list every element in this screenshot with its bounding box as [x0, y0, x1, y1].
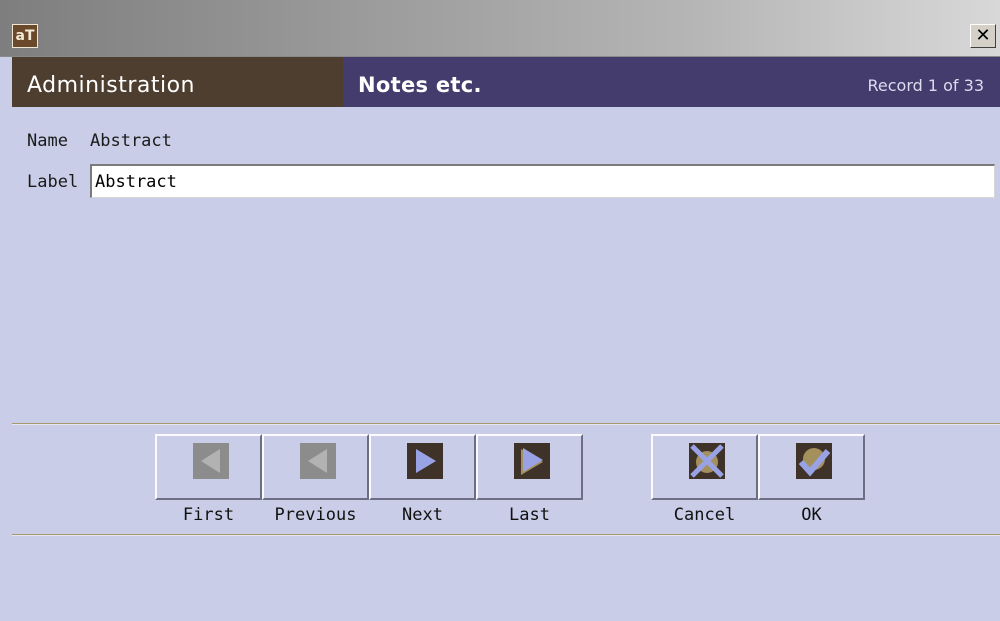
- first-label: First: [182, 505, 235, 525]
- administration-section: Administration: [12, 57, 343, 107]
- last-button[interactable]: [476, 434, 583, 500]
- app-logo-icon: aT: [12, 24, 38, 48]
- ok-check-icon: [796, 443, 832, 479]
- name-value: Abstract: [90, 131, 172, 151]
- record-status: Record 1 of 33: [867, 76, 985, 95]
- previous-label: Previous: [274, 505, 357, 525]
- divider-bottom: [12, 534, 1000, 536]
- ok-button[interactable]: [758, 434, 865, 500]
- last-record-icon: [514, 443, 550, 479]
- previous-record-icon: [300, 443, 336, 479]
- ok-label: OK: [801, 505, 822, 525]
- label-label: Label: [27, 172, 79, 192]
- next-button[interactable]: [369, 434, 476, 500]
- header-bar: Administration Notes etc. Record 1 of 33: [12, 57, 1000, 107]
- divider-top: [12, 423, 1000, 425]
- first-button[interactable]: [155, 434, 262, 500]
- first-record-icon: [193, 443, 229, 479]
- administration-title: Administration: [27, 73, 195, 98]
- last-label: Last: [509, 505, 550, 525]
- name-label: Name: [27, 131, 68, 151]
- next-record-icon: [407, 443, 443, 479]
- next-label: Next: [402, 505, 443, 525]
- left-window-edge: [0, 57, 12, 621]
- window-titlebar: aT ✕: [0, 0, 1000, 57]
- section-title: Notes etc.: [358, 73, 482, 97]
- cancel-x-icon: [689, 443, 725, 479]
- cancel-label: Cancel: [673, 505, 736, 525]
- label-field[interactable]: [90, 164, 995, 198]
- cancel-button[interactable]: [651, 434, 758, 500]
- close-button[interactable]: ✕: [970, 24, 996, 48]
- previous-button[interactable]: [262, 434, 369, 500]
